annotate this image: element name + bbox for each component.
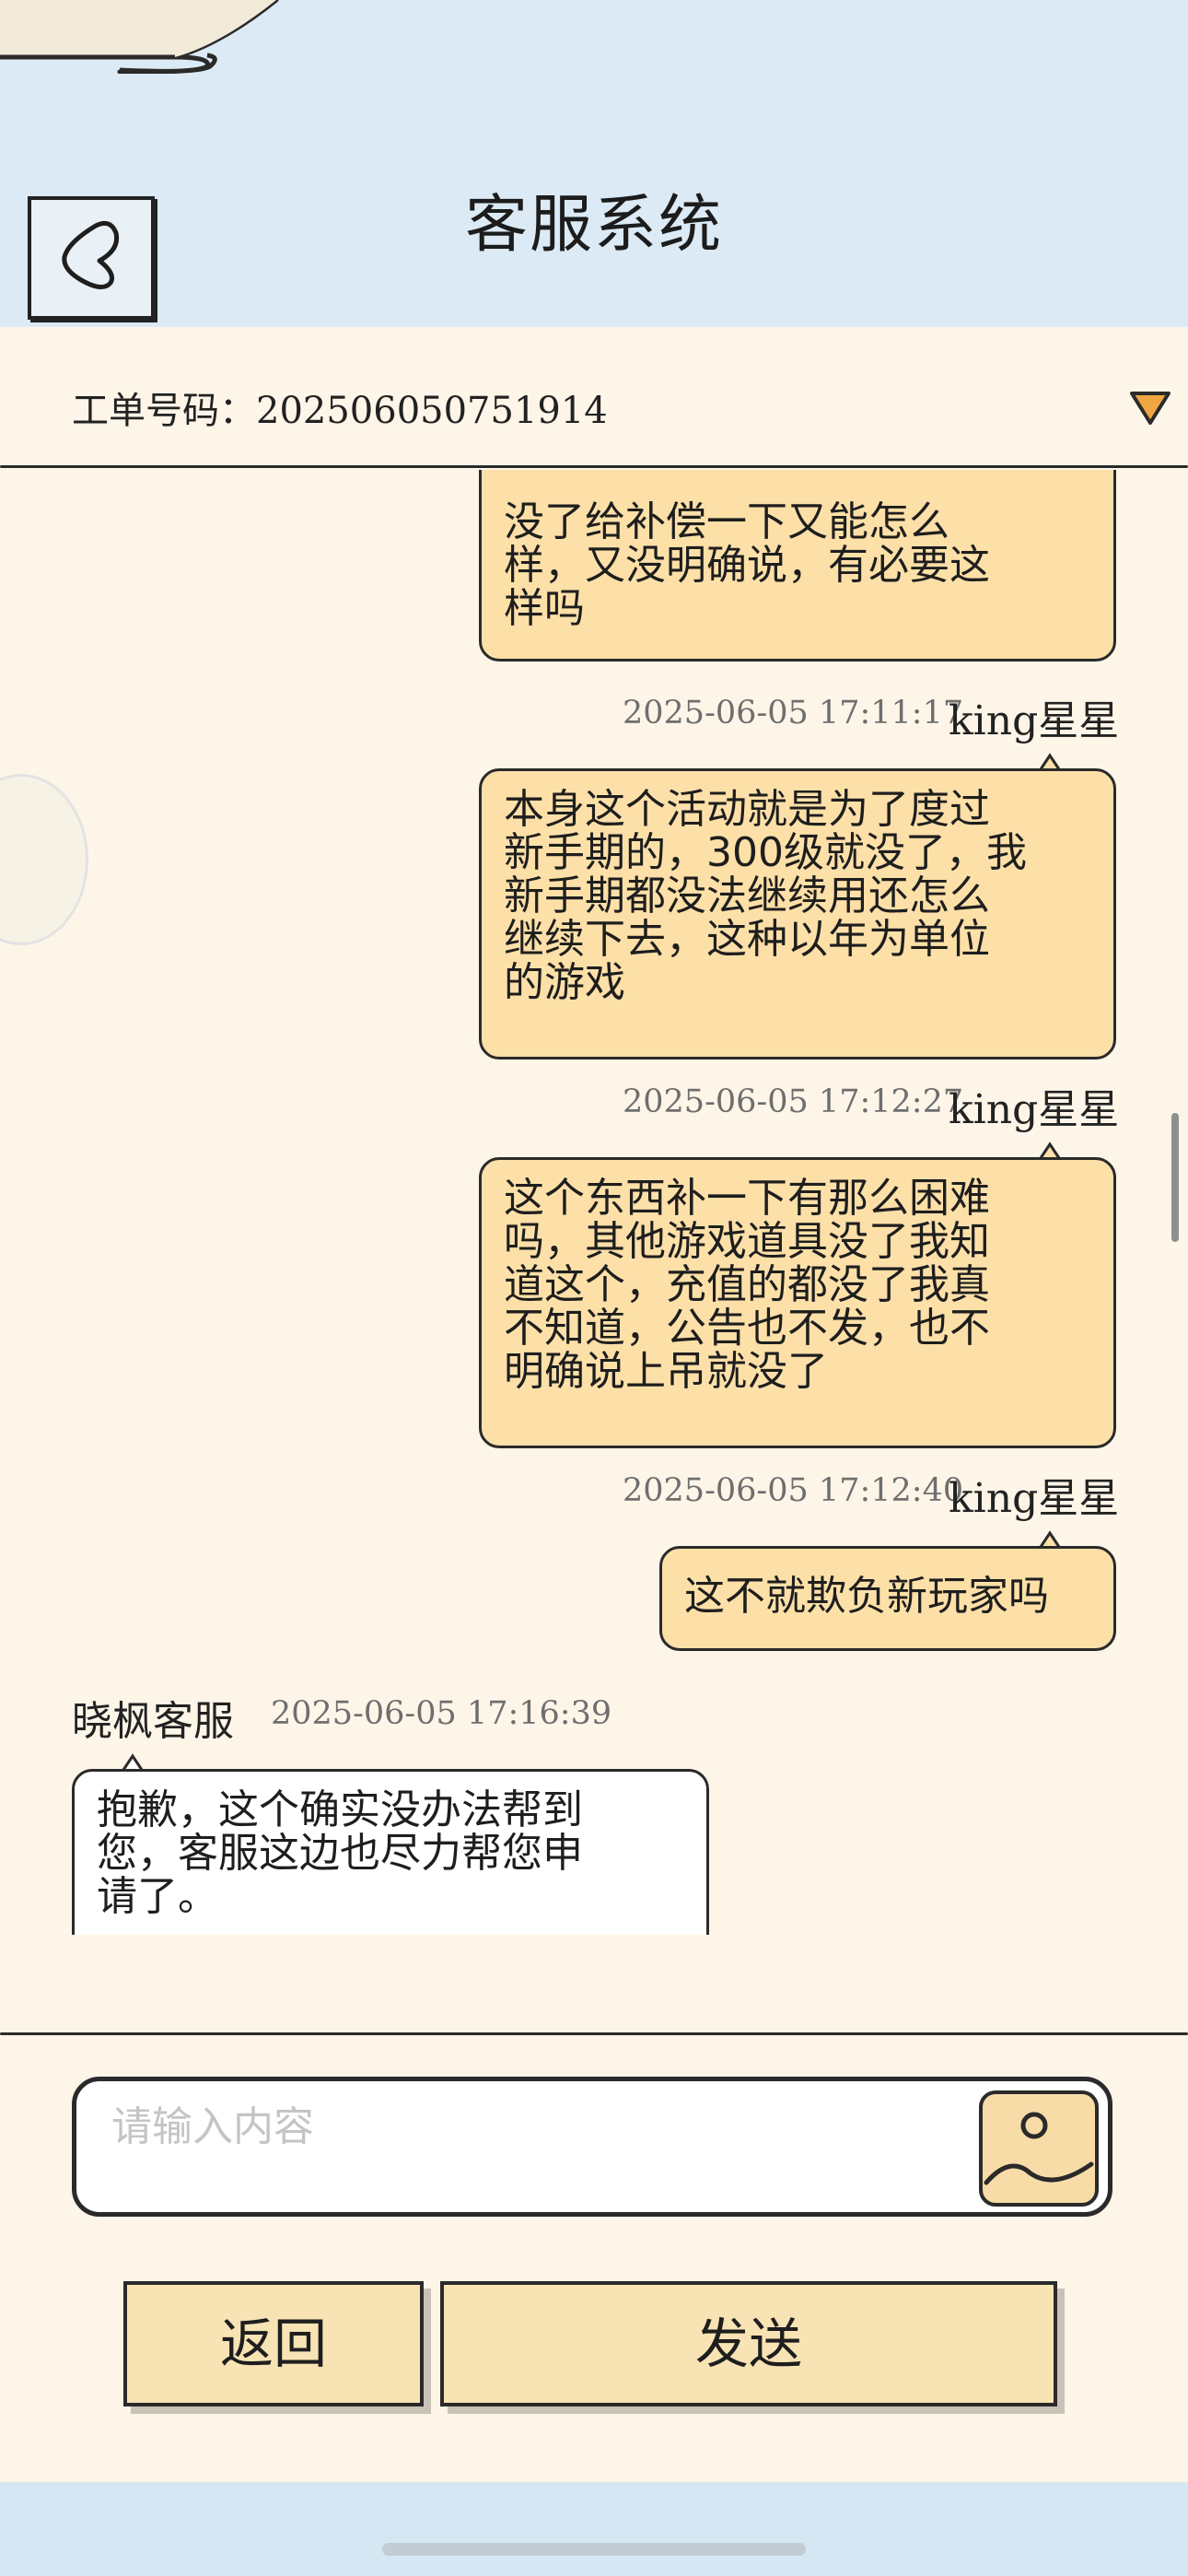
back-label: 返回	[219, 2313, 327, 2375]
upload-image-button[interactable]	[979, 2090, 1099, 2207]
ticket-bar[interactable]: 工单号码：2025060507519​14	[0, 327, 1188, 465]
message-text: 没了给补偿一下又能怎么 样，又没明确说，有必要这 样吗	[504, 498, 990, 632]
dropdown-caret-icon[interactable]	[1129, 390, 1171, 427]
image-icon	[984, 2112, 1094, 2185]
ticket-number: 工单号码：2025060507519​14	[72, 390, 608, 432]
sender-name: king星星	[949, 697, 1120, 744]
agent-message-bubble: 抱歉，这个确实没办法帮到 您，客服这边也尽力帮您申 请了。	[72, 1769, 709, 1935]
message-text: 本身这个活动就是为了度过 新手期的，300级就没了，我 新手期都没法继续用还怎么…	[504, 786, 1027, 1006]
message-text: 这不就欺负新玩家吗	[684, 1573, 1049, 1620]
back-text-button[interactable]: 返回	[123, 2281, 424, 2406]
message-text: 这个东西补一下有那么困难 吗，其他游戏道具没了我知 道这个，充值的都没了我真 不…	[504, 1175, 990, 1395]
message-meta: 2025-06-05 17:12:27	[623, 1083, 963, 1120]
customer-service-screen: 客服系统 没了给补偿一下又能怎么 样，又没明确说，有必要这 样吗 2025-06…	[0, 0, 1188, 2576]
message-meta: 2025-06-05 17:16:39	[271, 1695, 611, 1732]
user-message-bubble: 这不就欺负新玩家吗	[659, 1546, 1116, 1651]
sender-name: king星星	[949, 1086, 1120, 1133]
message-list[interactable]: 没了给补偿一下又能怎么 样，又没明确说，有必要这 样吗 2025-06-05 1…	[0, 470, 1188, 1935]
message-meta: 晓枫客服	[72, 1688, 234, 1747]
message-meta: 2025-06-05 17:11:17	[623, 695, 963, 732]
message-text: 抱歉，这个确实没办法帮到 您，客服这边也尽力帮您申 请了。	[97, 1786, 583, 1920]
message-timestamp: 2025-06-05 17:16:39	[271, 1695, 612, 1732]
divider	[0, 2032, 1188, 2035]
message-meta: 2025-06-05 17:12:40	[623, 1472, 963, 1509]
user-message-bubble: 这个东西补一下有那么困难 吗，其他游戏道具没了我知 道这个，充值的都没了我真 不…	[479, 1157, 1116, 1448]
user-message-bubble: 本身这个活动就是为了度过 新手期的，300级就没了，我 新手期都没法继续用还怎么…	[479, 768, 1116, 1060]
sender-name: 晓枫客服	[72, 1698, 234, 1745]
home-indicator[interactable]	[382, 2543, 806, 2556]
message-meta: king星星	[949, 687, 1119, 746]
header: 客服系统	[0, 0, 1188, 327]
sender-name: king星星	[949, 1475, 1120, 1522]
message-timestamp: 2025-06-05 17:12:40	[623, 1472, 964, 1509]
scrollbar[interactable]	[1171, 1113, 1179, 1242]
message-meta: king星星	[949, 1076, 1119, 1135]
bottom-safe-area	[0, 2482, 1188, 2576]
send-label: 发送	[694, 2313, 802, 2375]
scroll-decoration-icon	[0, 0, 279, 74]
page-title: 客服系统	[464, 189, 723, 262]
message-timestamp: 2025-06-05 17:11:17	[623, 695, 964, 732]
message-timestamp: 2025-06-05 17:12:27	[623, 1083, 964, 1120]
message-input[interactable]	[110, 2098, 942, 2155]
user-message-bubble: 没了给补偿一下又能怎么 样，又没明确说，有必要这 样吗	[479, 470, 1116, 662]
message-meta: king星星	[949, 1465, 1119, 1524]
send-button[interactable]: 发送	[440, 2281, 1057, 2406]
message-input-box	[72, 2077, 1112, 2217]
divider	[0, 465, 1188, 468]
